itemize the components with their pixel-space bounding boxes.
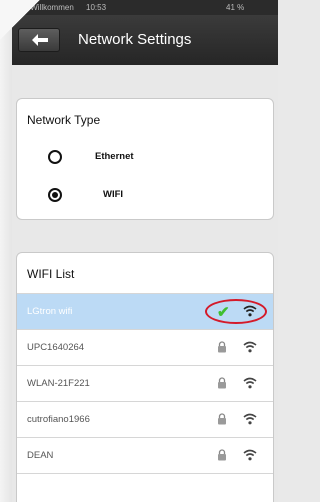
network-type-card: Network Type Ethernet WIFI bbox=[16, 98, 274, 220]
radio-button[interactable] bbox=[48, 150, 62, 164]
time-label: 10:53 bbox=[86, 3, 107, 12]
wifi-signal-icon bbox=[243, 449, 257, 461]
wifi-signal-icon bbox=[243, 341, 257, 353]
wifi-ssid: WLAN-21F221 bbox=[27, 378, 90, 389]
radio-option-wifi[interactable]: WIFI bbox=[17, 183, 273, 209]
network-type-title: Network Type bbox=[27, 113, 101, 127]
wifi-list-card: WIFI List LGtron wifi ✔ UPC1640264 WLAN-… bbox=[16, 252, 274, 502]
lock-icon bbox=[218, 341, 226, 353]
wifi-list-title: WIFI List bbox=[27, 267, 75, 281]
wifi-ssid: DEAN bbox=[27, 450, 54, 461]
lock-icon bbox=[218, 449, 226, 461]
phone-screen: ••••• Willkommen 10:53 41 % Network Sett… bbox=[12, 0, 278, 502]
wifi-network-row[interactable]: UPC1640264 bbox=[17, 329, 273, 365]
wifi-signal-icon bbox=[243, 377, 257, 389]
wifi-network-row[interactable]: LGtron wifi ✔ bbox=[17, 293, 273, 329]
wifi-network-row[interactable]: WLAN-21F221 bbox=[17, 365, 273, 401]
wifi-ssid: UPC1640264 bbox=[27, 342, 85, 353]
radio-button[interactable] bbox=[48, 188, 62, 202]
radio-option-ethernet[interactable]: Ethernet bbox=[17, 145, 273, 171]
lock-icon bbox=[218, 377, 226, 389]
wifi-network-row[interactable]: DEAN bbox=[17, 437, 273, 473]
status-bar: ••••• Willkommen 10:53 41 % bbox=[12, 0, 278, 15]
wifi-network-row[interactable]: cutrofiano1966 bbox=[17, 401, 273, 437]
wifi-ssid: LGtron wifi bbox=[27, 306, 73, 317]
radio-label: Ethernet bbox=[95, 151, 134, 162]
highlight-circle-annotation bbox=[205, 299, 267, 324]
wifi-ssid: cutrofiano1966 bbox=[27, 414, 90, 425]
page-title: Network Settings bbox=[78, 31, 192, 48]
navigation-bar: Network Settings bbox=[12, 15, 278, 65]
wifi-signal-icon bbox=[243, 413, 257, 425]
radio-selected-dot bbox=[52, 192, 58, 198]
wifi-network-row-partial[interactable] bbox=[17, 473, 273, 502]
radio-label: WIFI bbox=[103, 189, 124, 200]
page-corner-fold bbox=[0, 0, 40, 40]
lock-icon bbox=[218, 413, 226, 425]
battery-label: 41 % bbox=[226, 3, 245, 12]
